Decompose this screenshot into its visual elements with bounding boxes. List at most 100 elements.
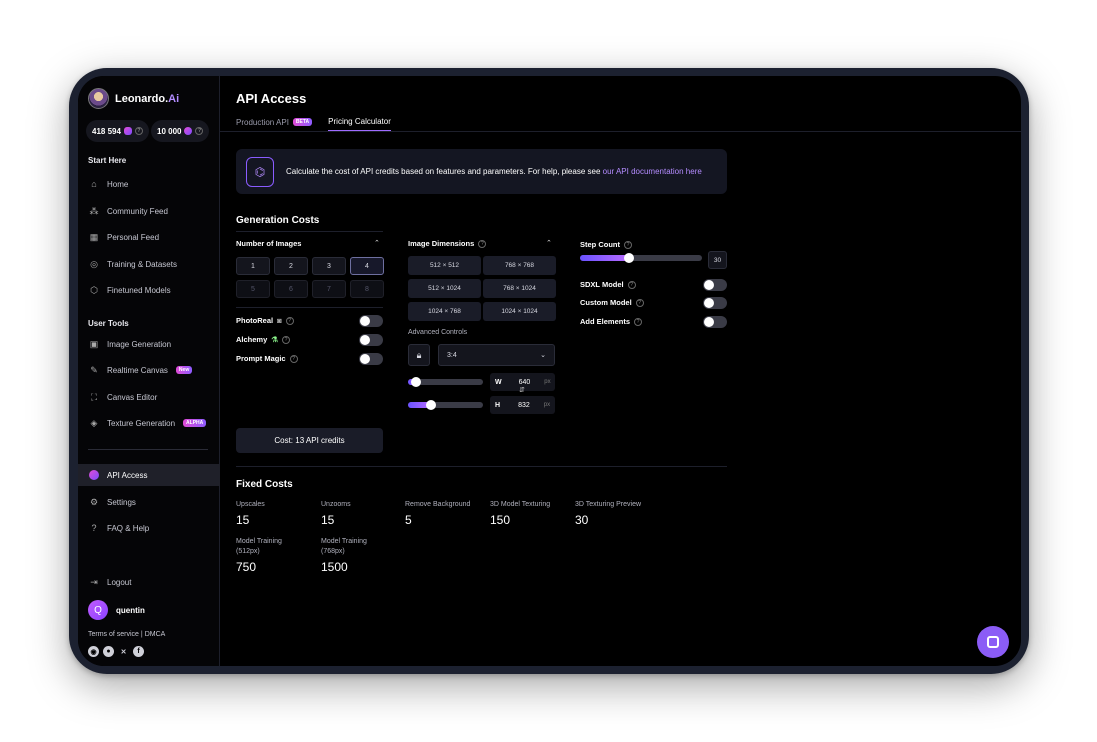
dim-1024x768[interactable]: 1024 × 768 (408, 302, 481, 321)
fixed-cost-label: Remove Background (405, 501, 471, 508)
sidebar-item-community-feed[interactable]: ⁂ Community Feed (78, 200, 220, 222)
flask-icon: ⚗ (271, 335, 278, 344)
num-images-7[interactable]: 7 (312, 280, 346, 298)
info-icon[interactable]: ? (289, 354, 298, 363)
dim-512x512[interactable]: 512 × 512 (408, 256, 481, 275)
info-icon[interactable]: ? (635, 298, 644, 307)
discord-icon[interactable]: ◉ (88, 646, 99, 657)
reddit-icon[interactable]: ● (103, 646, 114, 657)
lock-icon[interactable]: 🔒︎ (408, 344, 430, 366)
camera-icon: ◙ (277, 316, 282, 325)
sdxl-model-label: SDXL Model? (580, 280, 636, 289)
photoreal-label: PhotoReal ◙? (236, 316, 294, 325)
token-balance[interactable]: 418 594? (86, 120, 149, 142)
facebook-icon[interactable]: f (133, 646, 144, 657)
fixed-cost-value: 150 (490, 513, 511, 527)
height-slider[interactable] (408, 400, 483, 410)
social-links: ◉ ● ✕ f (88, 646, 159, 657)
sidebar-item-finetuned-models[interactable]: ⬡ Finetuned Models (78, 279, 220, 301)
dim-1024x1024[interactable]: 1024 × 1024 (483, 302, 556, 321)
api-docs-link[interactable]: our API documentation here (603, 167, 702, 176)
sidebar-item-training[interactable]: ◎ Training & Datasets (78, 253, 220, 275)
apple-icon[interactable] (148, 646, 159, 657)
custom-model-toggle[interactable] (703, 297, 727, 309)
canvas-icon: ⛶ (90, 391, 98, 402)
beta-badge: BETA (292, 118, 313, 126)
sidebar-item-api-access[interactable]: API Access (78, 464, 220, 486)
num-images-6[interactable]: 6 (274, 280, 308, 298)
sidebar-item-realtime-canvas[interactable]: ✎ Realtime Canvas New (78, 359, 220, 381)
info-banner: ⌬ Calculate the cost of API credits base… (236, 149, 727, 194)
sidebar-item-personal-feed[interactable]: ▦ Personal Feed (78, 226, 220, 248)
fixed-cost-label: 3D Texturing Preview (575, 501, 642, 508)
sidebar-item-image-generation[interactable]: ▣ Image Generation (78, 333, 220, 355)
info-icon[interactable]: ? (134, 127, 143, 135)
fixed-cost-value: 5 (405, 513, 412, 527)
prompt-magic-toggle[interactable] (359, 353, 383, 365)
fixed-cost-label: Model Training (768px) (321, 538, 367, 555)
step-count-label: Step Count? (580, 240, 632, 249)
width-slider[interactable] (408, 377, 483, 387)
num-images-5[interactable]: 5 (236, 280, 270, 298)
info-icon[interactable]: ? (634, 317, 643, 326)
num-images-3[interactable]: 3 (312, 257, 346, 275)
fixed-costs-heading: Fixed Costs (236, 479, 293, 490)
page-title: API Access (236, 91, 307, 106)
footer-links: Terms of service | DMCA (88, 631, 166, 638)
info-icon[interactable]: ? (478, 239, 487, 248)
sidebar-item-canvas-editor[interactable]: ⛶ Canvas Editor (78, 386, 220, 408)
step-count-value[interactable]: 30 (708, 251, 727, 269)
custom-model-label: Custom Model? (580, 298, 644, 307)
texture-icon: ◈ (90, 417, 98, 428)
api-credit-balance[interactable]: 10 000? (151, 120, 210, 142)
logout-button[interactable]: ⇥ Logout (78, 571, 220, 593)
prompt-magic-label: Prompt Magic? (236, 354, 298, 363)
info-icon[interactable]: ? (282, 335, 290, 344)
num-images-1[interactable]: 1 (236, 257, 270, 275)
info-icon[interactable]: ? (624, 240, 632, 249)
user-profile[interactable]: Q quentin (88, 600, 145, 620)
logout-icon: ⇥ (90, 576, 98, 587)
add-elements-toggle[interactable] (703, 316, 727, 328)
info-icon[interactable]: ? (285, 316, 294, 325)
height-input[interactable]: H 832 px (490, 396, 555, 414)
alchemy-toggle[interactable] (359, 334, 383, 346)
info-icon[interactable]: ? (627, 280, 636, 289)
num-images-8[interactable]: 8 (350, 280, 384, 298)
dim-768x768[interactable]: 768 × 768 (483, 256, 556, 275)
num-images-4[interactable]: 4 (350, 257, 384, 275)
sdxl-model-toggle[interactable] (703, 279, 727, 291)
training-icon: ◎ (90, 258, 98, 269)
sidebar-item-home[interactable]: ⌂ Home (78, 173, 220, 195)
dim-512x1024[interactable]: 512 × 1024 (408, 279, 481, 298)
grid-icon: ▦ (89, 231, 99, 242)
aspect-ratio-select[interactable]: 3:4 ⌄ (438, 344, 555, 366)
tab-production-api[interactable]: Production API BETA (236, 113, 313, 131)
help-icon: ? (91, 523, 97, 533)
dmca-link[interactable]: DMCA (145, 631, 166, 638)
dim-768x1024[interactable]: 768 × 1024 (483, 279, 556, 298)
gen-divider (236, 231, 383, 232)
fixed-cost-label: Unzooms (321, 501, 351, 508)
info-icon[interactable]: ? (195, 127, 204, 135)
fixed-cost-value: 15 (321, 513, 335, 527)
tab-pricing-calculator[interactable]: Pricing Calculator (328, 113, 391, 131)
sidebar-item-settings[interactable]: ⚙ Settings (78, 491, 220, 513)
chevron-up-icon[interactable]: ⌃ (374, 239, 380, 247)
logo[interactable]: Leonardo.Ai (88, 88, 179, 109)
x-icon[interactable]: ✕ (118, 646, 129, 657)
num-images-2[interactable]: 2 (274, 257, 308, 275)
step-count-slider[interactable] (580, 253, 702, 263)
home-icon: ⌂ (91, 179, 97, 189)
sidebar-item-faq[interactable]: ? FAQ & Help (78, 517, 220, 539)
alpha-badge: ALPHA (183, 419, 207, 427)
chevron-up-icon[interactable]: ⌃ (546, 239, 552, 247)
swap-icon[interactable]: ⇵ (519, 386, 525, 394)
image-dimensions-label: Image Dimensions? (408, 239, 487, 248)
photoreal-toggle[interactable] (359, 315, 383, 327)
sidebar-item-texture-generation[interactable]: ◈ Texture Generation ALPHA (78, 412, 220, 434)
terms-link[interactable]: Terms of service (88, 631, 139, 638)
chat-support-button[interactable] (977, 626, 1009, 658)
add-elements-label: Add Elements? (580, 317, 643, 326)
cost-summary: Cost: 13 API credits (236, 428, 383, 453)
